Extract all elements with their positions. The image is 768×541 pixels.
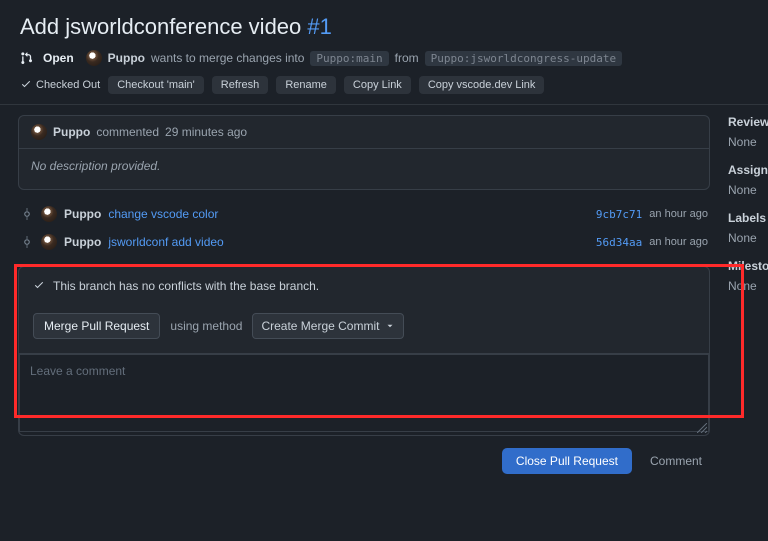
sidebar-reviewers-heading: Reviewers (728, 115, 768, 129)
pr-number: #1 (307, 14, 331, 39)
check-icon (33, 280, 45, 292)
base-branch[interactable]: Puppo:main (310, 51, 388, 66)
merge-method-value: Create Merge Commit (261, 319, 379, 333)
checked-out-status: Checked Out (20, 79, 100, 91)
merge-actions: Merge Pull Request using method Create M… (19, 305, 709, 353)
rename-button[interactable]: Rename (276, 76, 336, 94)
merge-text-from: from (395, 51, 419, 65)
avatar (31, 124, 47, 140)
comment-card: Puppo commented 29 minutes ago No descri… (18, 115, 710, 190)
merge-text: wants to merge changes into (151, 51, 304, 65)
avatar (41, 234, 57, 250)
merge-pr-button[interactable]: Merge Pull Request (33, 313, 160, 339)
comment-header: Puppo commented 29 minutes ago (19, 116, 709, 149)
avatar (86, 50, 102, 66)
merge-status-text: This branch has no conflicts with the ba… (53, 279, 319, 293)
commit-time: an hour ago (649, 236, 708, 248)
sidebar-assignees-value: None (728, 183, 768, 197)
comment-verb: commented (96, 125, 159, 139)
refresh-button[interactable]: Refresh (212, 76, 269, 94)
commit-row: Puppo change vscode color 9cb7c71 an hou… (18, 200, 710, 228)
sidebar-labels-value: None (728, 231, 768, 245)
comment-body: No description provided. (19, 149, 709, 189)
comment-textarea[interactable] (19, 354, 709, 432)
git-pull-request-icon (20, 51, 34, 65)
sidebar: Reviewers None Assignees None Labels Non… (728, 115, 768, 474)
checkout-button[interactable]: Checkout 'main' (108, 76, 204, 94)
commit-icon (20, 236, 34, 248)
sidebar-milestone-heading: Milestone (728, 259, 768, 273)
commit-icon (20, 208, 34, 220)
commit-sha[interactable]: 56d34aa (596, 236, 642, 249)
merge-status: This branch has no conflicts with the ba… (19, 267, 709, 305)
avatar (41, 206, 57, 222)
pr-meta: Open Puppo wants to merge changes into P… (0, 48, 768, 76)
copy-link-button[interactable]: Copy Link (344, 76, 411, 94)
commit-time: an hour ago (649, 208, 708, 220)
merge-method-select[interactable]: Create Merge Commit (252, 313, 404, 339)
commit-row: Puppo jsworldconf add video 56d34aa an h… (18, 228, 710, 256)
action-row: Checked Out Checkout 'main' Refresh Rena… (0, 76, 768, 104)
sidebar-milestone-value: None (728, 279, 768, 293)
pr-title: Add jsworldconference video #1 (0, 0, 768, 48)
pr-author[interactable]: Puppo (108, 51, 145, 65)
copy-vscode-button[interactable]: Copy vscode.dev Link (419, 76, 545, 94)
commit-message[interactable]: change vscode color (108, 207, 218, 221)
commit-sha[interactable]: 9cb7c71 (596, 208, 642, 221)
merge-method-label: using method (170, 319, 242, 333)
comment-author[interactable]: Puppo (53, 125, 90, 139)
close-pr-button[interactable]: Close Pull Request (502, 448, 632, 474)
resize-handle-icon[interactable] (697, 423, 707, 433)
comment-time: 29 minutes ago (165, 125, 247, 139)
pr-title-text: Add jsworldconference video (20, 14, 301, 39)
comment-button[interactable]: Comment (642, 448, 710, 474)
sidebar-assignees-heading: Assignees (728, 163, 768, 177)
new-comment-box (18, 354, 710, 436)
commit-author[interactable]: Puppo (64, 207, 101, 221)
merge-box: This branch has no conflicts with the ba… (18, 266, 710, 354)
sidebar-labels-heading: Labels (728, 211, 768, 225)
head-branch[interactable]: Puppo:jsworldcongress-update (425, 51, 622, 66)
sidebar-reviewers-value: None (728, 135, 768, 149)
commit-author[interactable]: Puppo (64, 235, 101, 249)
pr-state: Open (43, 51, 74, 65)
footer-actions: Close Pull Request Comment (18, 436, 710, 474)
commit-message[interactable]: jsworldconf add video (108, 235, 223, 249)
chevron-down-icon (385, 321, 395, 331)
